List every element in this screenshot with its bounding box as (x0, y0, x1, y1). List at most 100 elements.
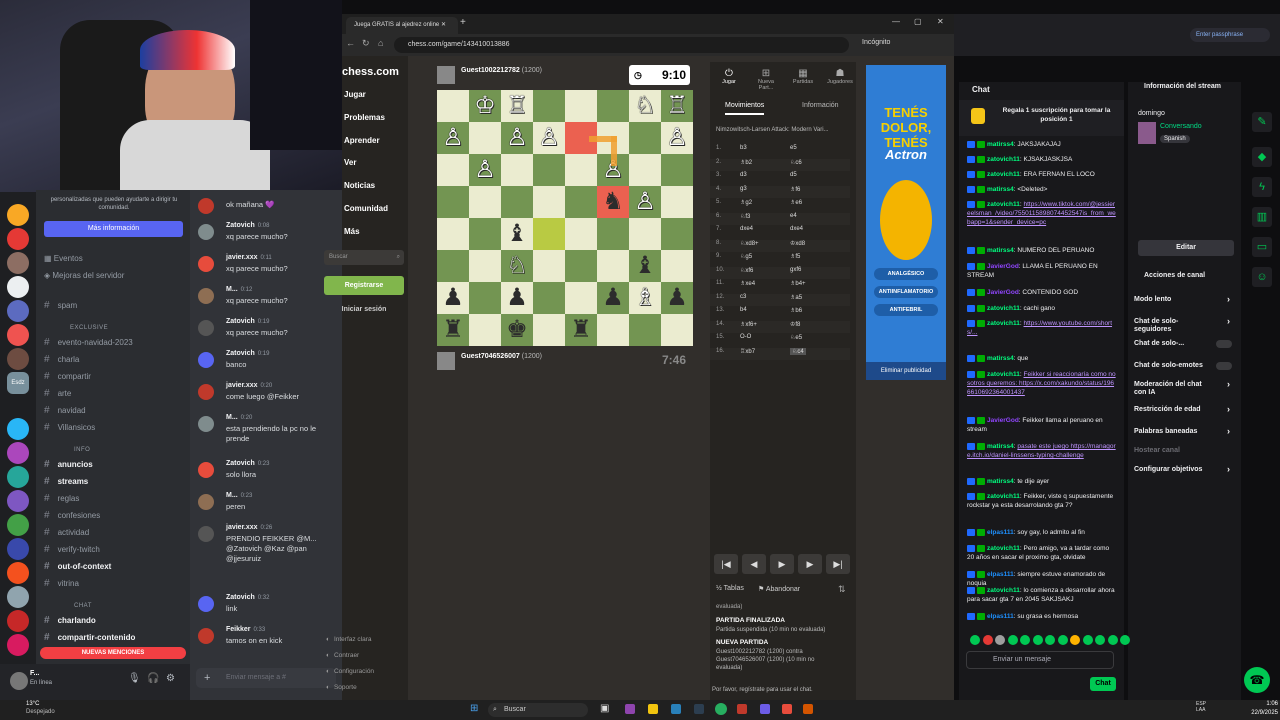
message-author[interactable]: M... 0:12 (226, 286, 252, 293)
badge-icon[interactable] (977, 185, 985, 193)
server-icon[interactable]: Esdz (7, 372, 29, 394)
emote-icon[interactable] (1020, 635, 1030, 645)
message-author[interactable]: Zatovich 0:23 (226, 460, 269, 467)
reload-icon[interactable]: ↻ (362, 38, 370, 49)
app-icon[interactable] (625, 704, 635, 714)
board-square[interactable]: ♜ (565, 314, 597, 346)
white-move[interactable]: ♗b2 (740, 159, 752, 166)
first-icon[interactable]: |◀ (714, 554, 738, 574)
channel-item[interactable]: # streams (44, 474, 88, 489)
home-icon[interactable]: ⌂ (378, 38, 383, 48)
white-piece[interactable]: ♘ (634, 92, 656, 119)
message-author[interactable]: M... 0:20 (226, 414, 252, 421)
black-move[interactable]: ♗b6 (790, 307, 802, 314)
maximize-icon[interactable]: ▢ (914, 17, 922, 26)
server-icon[interactable] (7, 252, 29, 274)
avatar[interactable] (198, 224, 214, 240)
server-icon[interactable] (7, 276, 29, 298)
white-move[interactable]: b3 (740, 145, 747, 151)
badge-icon[interactable] (967, 140, 975, 148)
board-square[interactable]: ♙ (469, 154, 501, 186)
server-icon[interactable] (7, 442, 29, 464)
emote-icon[interactable] (1095, 635, 1105, 645)
badge-icon[interactable] (977, 140, 985, 148)
white-move[interactable]: c3 (740, 294, 746, 300)
events-link[interactable]: ▦ Eventos (44, 254, 83, 263)
app-icon[interactable] (737, 704, 747, 714)
badge-icon[interactable] (967, 155, 975, 163)
panel-tab[interactable]: ☗ Jugadores (825, 68, 855, 85)
badge-icon[interactable] (977, 477, 985, 485)
server-icon[interactable] (7, 610, 29, 632)
channel-action[interactable]: Restricción de edad › (1134, 405, 1234, 414)
badge-icon[interactable] (977, 304, 985, 312)
white-move[interactable]: ♘g5 (740, 253, 752, 260)
board-square[interactable] (661, 250, 693, 282)
message-author[interactable]: javier.xxx 0:20 (226, 382, 272, 389)
emote-icon[interactable] (982, 635, 993, 645)
board-square[interactable]: ♘ (629, 90, 661, 122)
board-square[interactable] (629, 314, 661, 346)
author-name[interactable]: Zatovich (226, 460, 255, 467)
twitch-chat-input[interactable]: Enviar un mensaje (966, 651, 1114, 669)
black-move[interactable]: e5 (790, 145, 797, 151)
app-icon[interactable] (694, 704, 704, 714)
board-square[interactable] (533, 282, 565, 314)
board-square[interactable] (469, 122, 501, 154)
plus-icon[interactable]: + (204, 668, 210, 688)
black-piece[interactable]: ♝ (506, 220, 528, 247)
channel-item[interactable]: # out-of-context (44, 559, 111, 574)
chat-username[interactable]: matirss4 (987, 478, 1014, 485)
gear-icon[interactable]: ⚙ (166, 673, 175, 684)
board-square[interactable] (469, 218, 501, 250)
chess-nav-item[interactable]: Comunidad (344, 204, 388, 213)
white-move[interactable]: dxe4 (740, 226, 753, 232)
board-square[interactable]: ♘ (501, 250, 533, 282)
microphone-icon[interactable]: 🎙 (128, 673, 141, 684)
bottom-player-name[interactable]: Guest7046526007 (1200) (461, 353, 542, 360)
chess-nav-item[interactable]: Más (344, 227, 360, 236)
panel-tab[interactable]: ⏻ Jugar (714, 68, 744, 85)
white-move[interactable]: ♘f3 (740, 213, 750, 220)
white-piece[interactable]: ♙ (634, 188, 656, 215)
weather-desc[interactable]: Despejado (26, 709, 55, 715)
white-move[interactable]: ♗g2 (740, 199, 752, 206)
board-square[interactable] (533, 154, 565, 186)
black-move[interactable]: ♔f8 (790, 321, 800, 328)
board-square[interactable] (565, 154, 597, 186)
app-icon[interactable] (671, 704, 681, 714)
board-square[interactable] (533, 186, 565, 218)
channel-item[interactable]: # spam (44, 298, 77, 313)
author-name[interactable]: Zatovich (226, 594, 255, 601)
black-move[interactable]: ♘c4 (790, 347, 806, 355)
chat-username[interactable]: zatovich11 (987, 156, 1020, 163)
white-move[interactable]: ♗xe4 (740, 280, 755, 287)
board-square[interactable]: ♗ (629, 282, 661, 314)
channel-item[interactable]: # Villansicos (44, 420, 95, 435)
black-piece[interactable]: ♝ (634, 252, 656, 279)
badge-icon[interactable] (977, 200, 985, 208)
black-move[interactable]: gxf6 (790, 267, 801, 273)
badge-icon[interactable] (977, 370, 985, 378)
board-square[interactable] (533, 250, 565, 282)
board-square[interactable] (501, 186, 533, 218)
tab-info[interactable]: Información (802, 102, 839, 109)
language-indicator[interactable]: ESP LAA (1196, 701, 1210, 713)
board-square[interactable]: ♜ (437, 314, 469, 346)
language-tag[interactable]: Spanish (1160, 135, 1190, 143)
black-piece[interactable]: ♟ (666, 284, 688, 311)
user-icon[interactable]: ☺ (1252, 267, 1272, 287)
badge-icon[interactable] (967, 185, 975, 193)
avatar[interactable] (198, 352, 214, 368)
author-name[interactable]: javier.xxx (226, 524, 258, 531)
board-square[interactable] (501, 154, 533, 186)
badge-icon[interactable] (967, 170, 975, 178)
board-square[interactable]: ♝ (629, 250, 661, 282)
avatar[interactable] (198, 288, 214, 304)
avatar[interactable] (198, 320, 214, 336)
clock-date[interactable]: 22/9/2025 (1238, 710, 1278, 716)
trash-icon[interactable]: ▥ (1252, 207, 1272, 227)
board-square[interactable] (629, 218, 661, 250)
chat-username[interactable]: zatovich11 (987, 371, 1020, 378)
ad-banner[interactable]: TENÉS DOLOR, TENÉS Actron Eliminar public… (866, 65, 946, 380)
